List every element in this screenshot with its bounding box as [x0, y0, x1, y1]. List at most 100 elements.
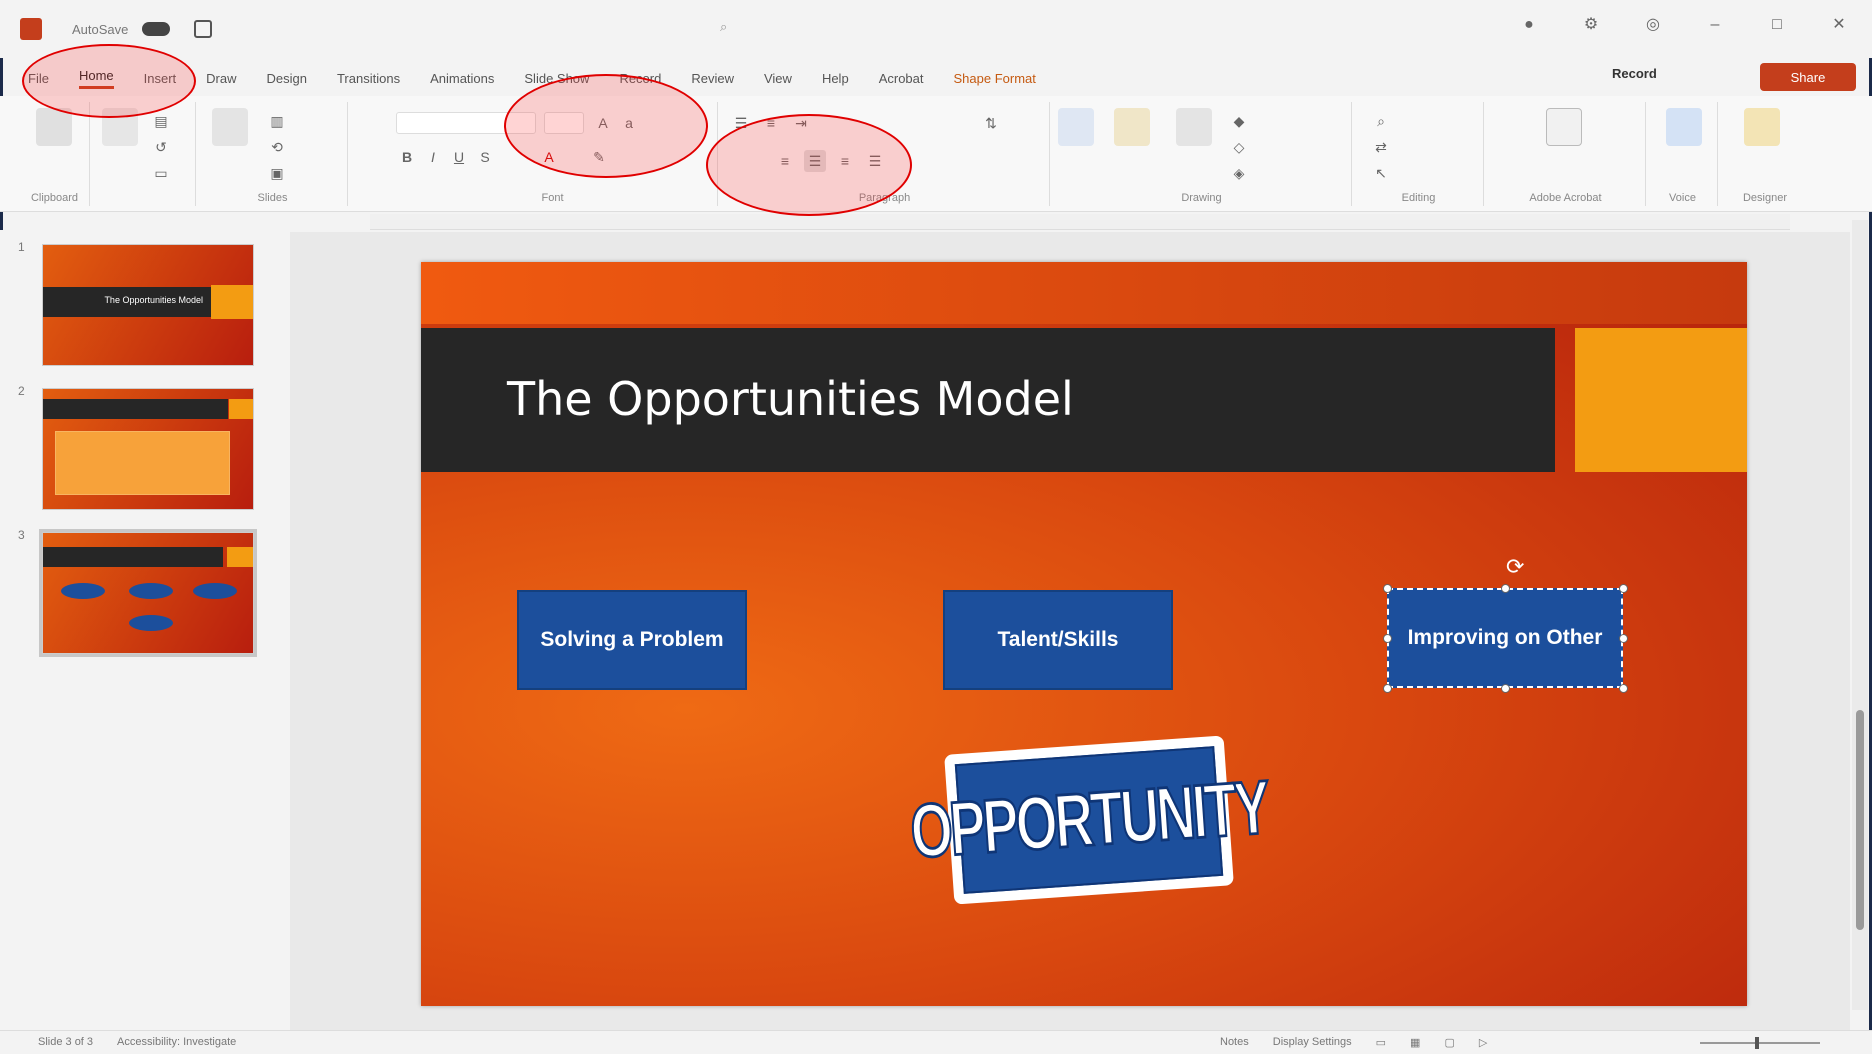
normal-view-icon[interactable]: ▭ — [1376, 1036, 1386, 1049]
slide-sorter-icon[interactable]: ▦ — [1410, 1036, 1420, 1049]
notes-button[interactable]: Notes — [1220, 1036, 1249, 1049]
find-icon[interactable]: ⌕ — [1370, 110, 1392, 132]
ribbon: Clipboard ▤ ↺ ▭ ▥ ⟲ ▣ Slides A a B I U S… — [0, 96, 1872, 212]
resize-handle[interactable] — [1501, 684, 1510, 693]
shape-outline-icon[interactable]: ◇ — [1228, 136, 1250, 158]
tab-view[interactable]: View — [764, 71, 792, 86]
horizontal-ruler — [370, 214, 1790, 230]
avatar-icon[interactable]: ● — [1520, 16, 1538, 34]
thumb-shape — [129, 583, 173, 599]
select-icon[interactable]: ↖ — [1370, 162, 1392, 184]
text-direction-icon[interactable]: ⇅ — [980, 112, 1002, 134]
designer-icon[interactable] — [1744, 108, 1780, 146]
underline-icon[interactable]: U — [448, 146, 470, 168]
group-acrobat: Adobe Acrobat — [1486, 102, 1646, 206]
thumb-accent-block — [211, 285, 253, 319]
thumb-content-box — [55, 431, 230, 495]
shapes-icon[interactable] — [1058, 108, 1094, 146]
opportunity-sign: OPPORTUNITY — [907, 746, 1271, 894]
group-clipboard: Clipboard — [20, 102, 90, 206]
slideshow-icon[interactable]: ▷ — [1479, 1036, 1487, 1049]
strikethrough-icon[interactable]: S — [474, 146, 496, 168]
accessibility-status[interactable]: Accessibility: Investigate — [117, 1036, 236, 1048]
bold-icon[interactable]: B — [396, 146, 418, 168]
resize-handle[interactable] — [1619, 684, 1628, 693]
resize-handle[interactable] — [1501, 584, 1510, 593]
layout-icon[interactable]: ▤ — [150, 110, 172, 132]
shape-effects-icon[interactable]: ◈ — [1228, 162, 1250, 184]
reading-view-icon[interactable]: ▢ — [1444, 1036, 1454, 1049]
settings-icon[interactable]: ⚙ — [1582, 16, 1600, 34]
thumb-title-bar — [43, 547, 223, 567]
paste-icon[interactable] — [36, 108, 72, 146]
tab-draw[interactable]: Draw — [206, 71, 236, 86]
group-label-slides: Slides — [257, 192, 288, 204]
minimize-icon[interactable]: – — [1706, 16, 1724, 34]
thumb-title-bar: The Opportunities Model — [43, 287, 213, 317]
save-icon[interactable] — [194, 20, 213, 38]
dictate-icon[interactable] — [1666, 108, 1702, 146]
tab-acrobat[interactable]: Acrobat — [879, 71, 924, 86]
reset-icon[interactable]: ↺ — [150, 136, 172, 158]
box-improving-on-other[interactable]: Improving on Other — [1387, 588, 1623, 688]
resize-handle[interactable] — [1383, 584, 1392, 593]
resize-handle[interactable] — [1383, 634, 1392, 643]
shape-fill-icon[interactable]: ◆ — [1228, 110, 1250, 132]
share-button[interactable]: Share — [1760, 63, 1856, 91]
record-button[interactable]: Record — [1612, 66, 1657, 81]
tab-review[interactable]: Review — [691, 71, 734, 86]
slide[interactable]: The Opportunities Model Solving a Proble… — [421, 262, 1747, 1006]
resize-handle[interactable] — [1619, 584, 1628, 593]
group-label-voice: Voice — [1669, 192, 1696, 204]
vertical-scrollbar[interactable] — [1852, 220, 1868, 1010]
replace-icon[interactable]: ⇄ — [1370, 136, 1392, 158]
group-editing: ⌕ ⇄ ↖ Editing — [1354, 102, 1484, 206]
group-label-font: Font — [541, 192, 564, 204]
reuse-slides-icon[interactable] — [212, 108, 248, 146]
resize-handle[interactable] — [1383, 684, 1392, 693]
coauthor-icon[interactable]: ◎ — [1644, 16, 1662, 34]
slide-section-icon[interactable]: ▣ — [266, 162, 288, 184]
zoom-slider[interactable] — [1700, 1042, 1820, 1044]
annotation-paragraph-group — [706, 114, 912, 216]
display-settings-button[interactable]: Display Settings — [1273, 1036, 1352, 1049]
create-pdf-icon[interactable] — [1546, 108, 1582, 146]
search-box[interactable]: ⌕ — [720, 14, 880, 40]
title-bar-shape[interactable]: The Opportunities Model — [421, 328, 1555, 472]
tab-animations[interactable]: Animations — [430, 71, 494, 86]
tab-transitions[interactable]: Transitions — [337, 71, 400, 86]
slide-thumbnail-3[interactable] — [39, 529, 257, 657]
close-icon[interactable]: ✕ — [1830, 16, 1848, 34]
group-label-drawing: Drawing — [1181, 192, 1222, 204]
section-icon[interactable]: ▭ — [150, 162, 172, 184]
tab-help[interactable]: Help — [822, 71, 849, 86]
maximize-icon[interactable]: □ — [1768, 16, 1786, 34]
rotate-handle-icon[interactable]: ⟳ — [1506, 554, 1524, 580]
slide-title[interactable]: The Opportunities Model — [507, 372, 1074, 426]
window-controls: ● ⚙ ◎ – □ ✕ — [1520, 16, 1848, 34]
slide-thumbnail-1[interactable]: The Opportunities Model — [42, 244, 254, 366]
slide-layout-icon[interactable]: ▥ — [266, 110, 288, 132]
search-icon: ⌕ — [720, 19, 728, 34]
scrollbar-thumb[interactable] — [1856, 710, 1864, 930]
resize-handle[interactable] — [1619, 634, 1628, 643]
opportunity-text: OPPORTUNITY — [907, 764, 1271, 875]
group-label-editing: Editing — [1401, 192, 1436, 204]
quick-styles-icon[interactable] — [1176, 108, 1212, 146]
slide-reset-icon[interactable]: ⟲ — [266, 136, 288, 158]
box-talent-skills[interactable]: Talent/Skills — [943, 590, 1173, 690]
italic-icon[interactable]: I — [422, 146, 444, 168]
group-designer: Designer — [1720, 102, 1810, 206]
zoom-slider-thumb[interactable] — [1755, 1037, 1759, 1049]
slide-thumbnail-2[interactable] — [42, 388, 254, 510]
tab-design[interactable]: Design — [267, 71, 307, 86]
autosave-toggle[interactable] — [142, 22, 171, 36]
slide-number: 3 — [18, 528, 25, 542]
box-solving-a-problem[interactable]: Solving a Problem — [517, 590, 747, 690]
arrange-icon[interactable] — [1114, 108, 1150, 146]
opportunity-image[interactable]: OPPORTUNITY — [907, 735, 1271, 905]
thumb-shape — [61, 583, 105, 599]
tab-shape-format[interactable]: Shape Format — [954, 71, 1036, 86]
group-label-clipboard: Clipboard — [30, 192, 79, 204]
thumb-title-bar — [43, 399, 228, 419]
